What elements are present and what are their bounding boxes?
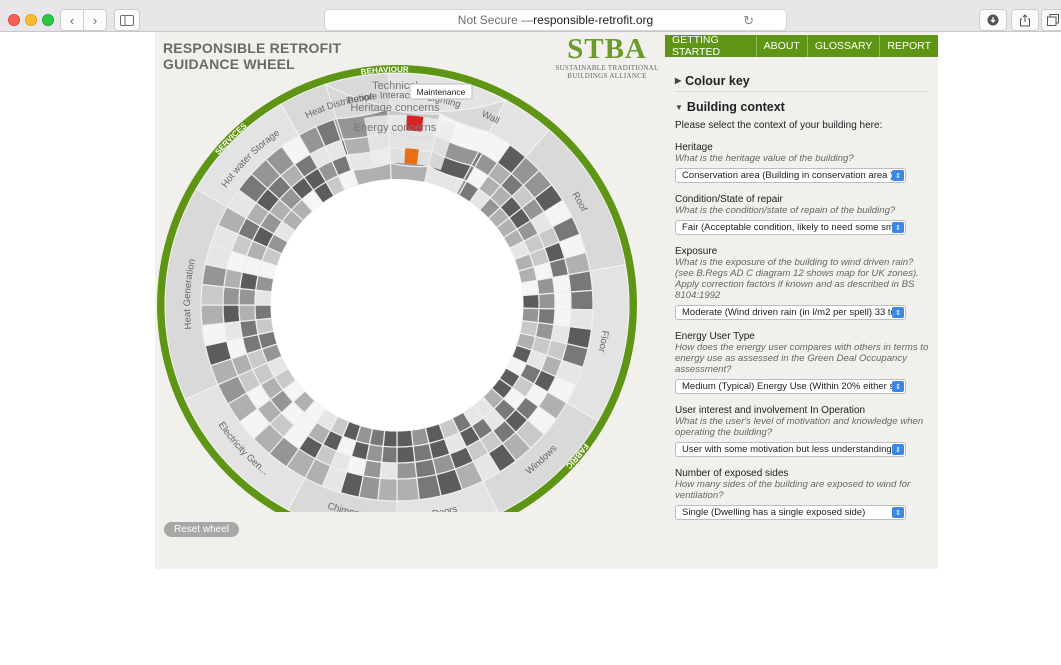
wheel-cell (567, 270, 594, 293)
wheel-cell (238, 304, 257, 323)
wheel-cell (201, 322, 228, 347)
wheel-cell (239, 319, 259, 339)
menu-getting-started[interactable]: GETTING STARTED (665, 34, 757, 58)
share-button[interactable] (1011, 9, 1039, 31)
wheel-cell (569, 289, 594, 311)
wheel-cell (396, 477, 420, 502)
select-arrows-icon: ⇕ (892, 507, 904, 518)
chevron-right-icon: › (92, 12, 98, 28)
tooltip-maintenance: Maintenance (417, 87, 466, 97)
download-icon (987, 14, 999, 26)
wheel-cell (536, 276, 556, 296)
wheel-cell (520, 279, 540, 297)
wheel-cell (377, 477, 398, 502)
colour-key-accordion[interactable]: ▶ Colour key (675, 70, 929, 92)
chevron-left-icon: ‹ (69, 12, 75, 28)
share-icon (1020, 13, 1030, 26)
main-menu: GETTING STARTED ABOUT GLOSSARY REPORT (665, 34, 938, 58)
wheel-cell (551, 274, 572, 294)
user-interest-select[interactable]: User with some motivation but less under… (675, 442, 906, 457)
wheel-cell (238, 287, 257, 306)
menu-glossary[interactable]: GLOSSARY (807, 35, 881, 57)
select-arrows-icon: ⇕ (892, 444, 904, 455)
user-interest-field: User interest and involvement In Operati… (675, 405, 924, 457)
wheel-cell (396, 445, 416, 464)
forward-button[interactable]: › (83, 9, 107, 31)
tabs-icon (1047, 14, 1059, 26)
exposed-sides-field: Number of exposed sides How many sides o… (675, 468, 911, 520)
minimize-window-button[interactable] (25, 14, 37, 26)
zoom-window-button[interactable] (42, 14, 54, 26)
wheel-cell (522, 293, 540, 310)
context-intro: Please select the context of your buildi… (675, 120, 883, 131)
address-bar[interactable]: Not Secure — responsible-retrofit.org ↻ (324, 9, 787, 31)
exposed-sides-select[interactable]: Single (Dwelling has a single exposed si… (675, 505, 906, 520)
wheel-cell (200, 304, 225, 327)
wheel-cell (396, 461, 418, 480)
wheel-cell (568, 308, 594, 331)
wheel-center (271, 179, 523, 431)
wheel-cell (553, 308, 572, 328)
wheel-cell (379, 461, 398, 480)
exposure-select[interactable]: Moderate (Wind driven rain (in l/m2 per … (675, 305, 906, 320)
wheel-cell (416, 473, 442, 501)
wheel-legend-1: Heritage concerns (350, 102, 440, 114)
back-button[interactable]: ‹ (60, 9, 84, 31)
building-context-accordion[interactable]: ▼ Building context (675, 96, 929, 118)
browser-toolbar: ‹ › Not Secure — responsible-retrofit.or… (0, 0, 1061, 32)
page-content: RESPONSIBLE RETROFIT GUIDANCE WHEEL STBA… (155, 32, 938, 569)
wheel-cell (380, 445, 398, 464)
reload-icon[interactable]: ↻ (743, 13, 754, 29)
energy-user-select[interactable]: Medium (Typical) Energy Use (Within 20% … (675, 379, 906, 394)
heritage-field: Heritage What is the heritage value of t… (675, 142, 929, 183)
energy-marker (404, 148, 419, 165)
guidance-wheel[interactable]: People InteractionWallRoofFloorWindowsDo… (155, 32, 655, 512)
energy-user-field: Energy User Type How does the energy use… (675, 331, 929, 394)
select-arrows-icon: ⇕ (892, 170, 904, 181)
wheel-cell (255, 317, 275, 336)
security-label: Not Secure — (457, 13, 534, 27)
caret-down-icon: ▼ (675, 102, 683, 112)
wheel-cell (553, 291, 572, 310)
select-arrows-icon: ⇕ (892, 307, 904, 318)
wheel-cell (537, 292, 556, 310)
context-panel: ▶ Colour key ▼ Building context Please s… (675, 70, 929, 520)
menu-about[interactable]: ABOUT (756, 35, 808, 57)
url-host: responsible-retrofit.org (533, 13, 654, 27)
menu-report[interactable]: REPORT (880, 35, 938, 57)
condition-field: Condition/State of repair What is the co… (675, 194, 929, 235)
wheel-cell (537, 307, 556, 326)
reset-wheel-button[interactable]: Reset wheel (164, 522, 240, 537)
exposure-field: Exposure What is the exposure of the bui… (675, 246, 919, 320)
sidebar-icon (120, 14, 134, 26)
wheel-cell (254, 304, 273, 321)
wheel-cell (396, 429, 414, 448)
tabs-button[interactable] (1041, 9, 1061, 31)
wheel-cell (200, 283, 225, 306)
close-window-button[interactable] (8, 14, 20, 26)
downloads-button[interactable] (979, 9, 1007, 31)
caret-right-icon: ▶ (675, 76, 682, 85)
wheel-cell (254, 289, 273, 306)
heritage-select[interactable]: Conservation area (Building in conservat… (675, 168, 906, 183)
select-arrows-icon: ⇕ (892, 222, 904, 233)
wheel-cell (222, 286, 241, 306)
select-arrows-icon: ⇕ (892, 381, 904, 392)
sidebar-toggle-button[interactable] (114, 9, 140, 31)
wheel-cell (382, 429, 398, 448)
wheel-cell (222, 304, 241, 324)
condition-select[interactable]: Fair (Acceptable condition, likely to ne… (675, 220, 906, 235)
wheel-cell (410, 427, 430, 447)
wheel-legend-2: Energy concerns (354, 122, 437, 134)
